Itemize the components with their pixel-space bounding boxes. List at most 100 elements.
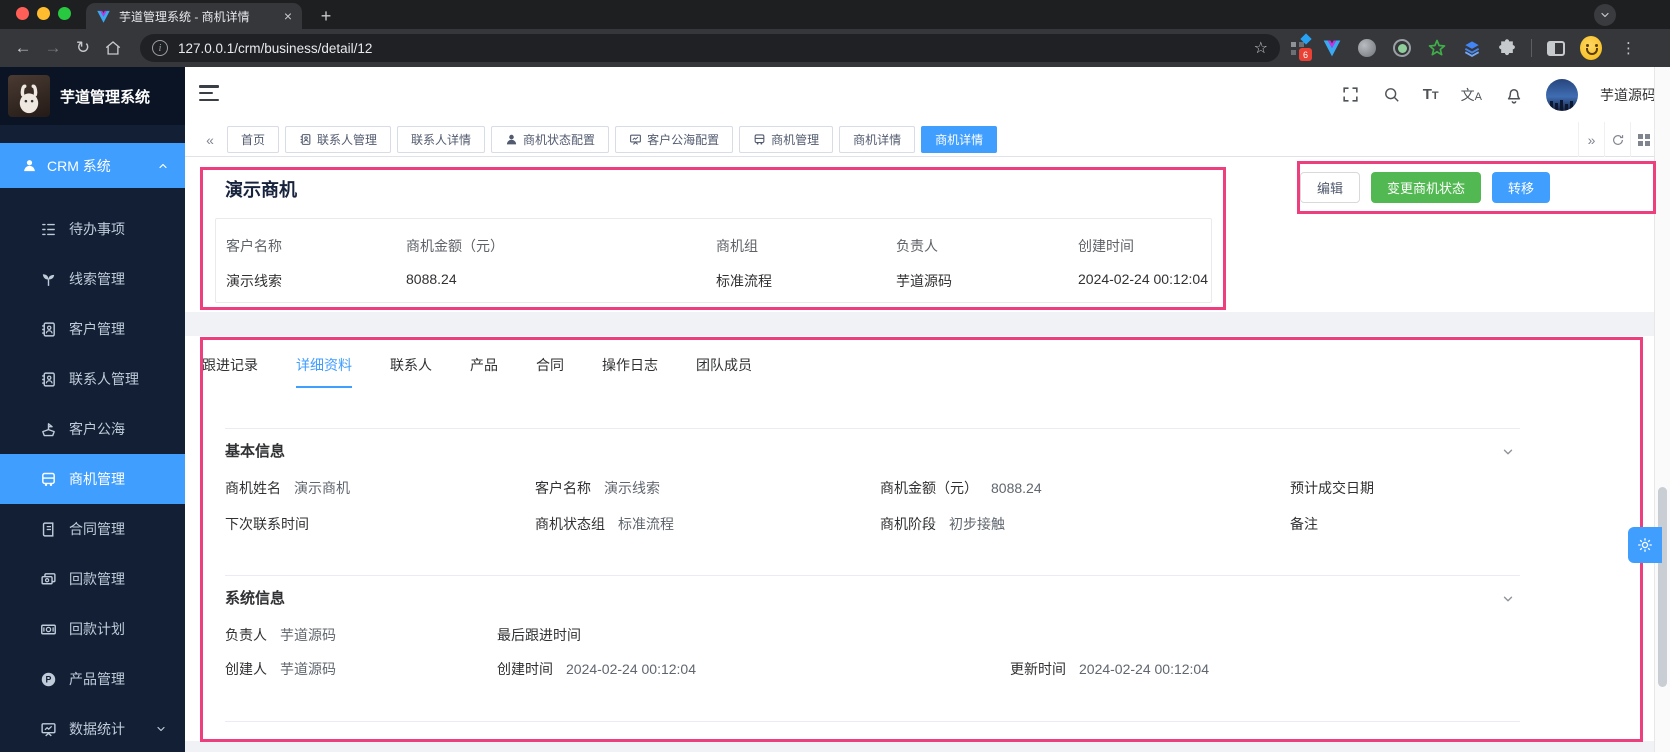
info-field: 更新时间 2024-02-24 00:12:04 bbox=[1010, 661, 1209, 677]
vue-devtools-icon[interactable] bbox=[1321, 37, 1343, 59]
sidebar: 芋道管理系统 CRM 系统 待办事项 线索管理 客户管理 联系人管理 客户公海 … bbox=[0, 67, 185, 752]
browser-tabstrip: 芋道管理系统 - 商机详情 × + bbox=[0, 0, 1670, 29]
sidebar-item-customers[interactable]: 客户管理 bbox=[0, 304, 185, 354]
field-value: 2024-02-24 00:12:04 bbox=[1078, 271, 1208, 287]
browser-tab[interactable]: 芋道管理系统 - 商机详情 × bbox=[86, 3, 302, 29]
extension-grid-icon[interactable]: 6 bbox=[1286, 33, 1312, 61]
sidebar-item-receivables[interactable]: 回款管理 bbox=[0, 554, 185, 604]
info-field: 最后跟进时间 bbox=[497, 627, 581, 643]
url-text: 127.0.0.1/crm/business/detail/12 bbox=[178, 40, 373, 56]
tab-follow-records[interactable]: 跟进记录 bbox=[202, 355, 258, 388]
zoom-window-button[interactable] bbox=[58, 7, 71, 20]
sidebar-item-label: 客户公海 bbox=[69, 421, 125, 437]
address-book-icon bbox=[40, 321, 57, 338]
user-avatar[interactable] bbox=[1546, 78, 1578, 111]
quick-nav-grid-icon[interactable] bbox=[1630, 122, 1656, 157]
info-field: 商机金额（元） 8088.24 bbox=[880, 480, 1042, 496]
sidebar-item-label: 数据统计 bbox=[69, 721, 125, 737]
back-icon[interactable]: ← bbox=[8, 38, 38, 58]
sidebar-item-business[interactable]: 商机管理 bbox=[0, 454, 185, 504]
tab-business-status-config[interactable]: 商机状态配置 bbox=[491, 126, 610, 153]
ring-dot-extension-icon[interactable] bbox=[1391, 37, 1413, 59]
edit-button[interactable]: 编辑 bbox=[1299, 172, 1360, 203]
tab-business-detail[interactable]: 商机详情 bbox=[839, 126, 916, 153]
sidebar-item-statistics[interactable]: 数据统计 bbox=[0, 704, 185, 752]
theme-settings-button[interactable] bbox=[1628, 527, 1662, 563]
site-info-icon[interactable]: i bbox=[152, 40, 168, 56]
address-book-icon bbox=[299, 133, 312, 146]
sidebar-item-leads[interactable]: 线索管理 bbox=[0, 254, 185, 304]
profile-avatar-icon[interactable] bbox=[1580, 36, 1602, 60]
field-label: 客户名称 bbox=[226, 238, 282, 254]
tabs-scroll-right-icon[interactable]: » bbox=[1578, 122, 1604, 157]
tabs-scroll-left-icon[interactable]: « bbox=[197, 122, 223, 157]
chart-board-icon bbox=[40, 721, 57, 738]
app-logo[interactable]: 芋道管理系统 bbox=[0, 67, 185, 125]
tab-business-management[interactable]: 商机管理 bbox=[739, 126, 834, 153]
system-info-section: 系统信息 负责人 芋道源码 最后跟进时间 创建人 芋道源码 创建时间 2024-02-… bbox=[225, 575, 1520, 721]
user-gear-icon bbox=[505, 133, 518, 146]
sidebar-item-contracts[interactable]: 合同管理 bbox=[0, 504, 185, 554]
refresh-page-icon[interactable] bbox=[1604, 122, 1630, 157]
change-status-button[interactable]: 变更商机状态 bbox=[1370, 172, 1481, 203]
tab-public-pool-config[interactable]: 客户公海配置 bbox=[615, 126, 734, 153]
tab-operation-log[interactable]: 操作日志 bbox=[602, 355, 658, 388]
tab-business-detail-active[interactable]: 商机详情 bbox=[921, 126, 998, 153]
tab-label: 商机管理 bbox=[771, 133, 820, 147]
address-bar[interactable]: i 127.0.0.1/crm/business/detail/12 ☆ bbox=[140, 34, 1280, 62]
collapse-chevron-icon[interactable] bbox=[1501, 445, 1515, 459]
business-summary-box: 客户名称 演示线索 商机金额（元） 8088.24 商机组 标准流程 负责人 芋道源码 … bbox=[215, 218, 1212, 303]
tab-contracts[interactable]: 合同 bbox=[536, 355, 564, 388]
tab-close-icon[interactable]: × bbox=[284, 9, 292, 23]
sidebar-item-products[interactable]: 产品管理 bbox=[0, 654, 185, 704]
new-tab-button[interactable]: + bbox=[314, 4, 338, 28]
scrollbar-thumb[interactable] bbox=[1658, 487, 1667, 687]
tab-search-button[interactable] bbox=[1594, 4, 1616, 26]
font-size-icon[interactable]: TT bbox=[1423, 86, 1439, 103]
tab-team-members[interactable]: 团队成员 bbox=[696, 355, 752, 388]
sidebar-parent-label: CRM 系统 bbox=[47, 157, 111, 174]
tab-home[interactable]: 首页 bbox=[227, 126, 280, 153]
side-panel-icon[interactable] bbox=[1545, 37, 1567, 59]
field-value: 8088.24 bbox=[406, 271, 457, 287]
contract-icon bbox=[40, 521, 57, 538]
fullscreen-icon[interactable] bbox=[1341, 85, 1360, 104]
sidebar-item-crm-system[interactable]: CRM 系统 bbox=[0, 143, 185, 188]
reload-icon[interactable]: ↻ bbox=[68, 38, 98, 58]
sidebar-item-label: 商机管理 bbox=[69, 471, 125, 487]
sidebar-item-public-pool[interactable]: 客户公海 bbox=[0, 404, 185, 454]
search-icon[interactable] bbox=[1382, 85, 1401, 104]
sidebar-item-todo[interactable]: 待办事项 bbox=[0, 204, 185, 254]
sidebar-item-receivable-plan[interactable]: 回款计划 bbox=[0, 604, 185, 654]
gray-ball-extension-icon[interactable] bbox=[1356, 37, 1378, 59]
extensions-puzzle-icon[interactable] bbox=[1496, 37, 1518, 59]
minimize-window-button[interactable] bbox=[37, 7, 50, 20]
tab-contact-detail[interactable]: 联系人详情 bbox=[397, 126, 486, 153]
transfer-button[interactable]: 转移 bbox=[1491, 172, 1550, 203]
bookmark-star-icon[interactable]: ☆ bbox=[1254, 38, 1268, 58]
collapse-menu-icon[interactable] bbox=[199, 85, 219, 101]
sidebar-item-contacts[interactable]: 联系人管理 bbox=[0, 354, 185, 404]
forward-icon[interactable]: → bbox=[38, 38, 68, 58]
sidebar-item-label: 回款管理 bbox=[69, 571, 125, 587]
tab-detail-info[interactable]: 详细资料 bbox=[296, 355, 352, 388]
language-icon[interactable]: 文A bbox=[1461, 85, 1482, 105]
tab-contacts[interactable]: 联系人 bbox=[390, 355, 432, 388]
browser-menu-icon[interactable]: ⋮ bbox=[1621, 39, 1636, 57]
layers-extension-icon[interactable] bbox=[1461, 37, 1483, 59]
info-field: 下次联系时间 bbox=[225, 516, 309, 532]
browser-tab-title: 芋道管理系统 - 商机详情 bbox=[119, 9, 250, 24]
bus-icon bbox=[40, 471, 57, 488]
todo-list-icon bbox=[40, 221, 57, 238]
vertical-scrollbar[interactable] bbox=[1654, 67, 1670, 752]
notification-bell-icon[interactable] bbox=[1504, 85, 1524, 105]
home-icon[interactable] bbox=[98, 39, 128, 57]
collapse-chevron-icon[interactable] bbox=[1501, 592, 1515, 606]
green-star-extension-icon[interactable] bbox=[1426, 37, 1448, 59]
basic-info-section: 基本信息 商机姓名 演示商机 客户名称 演示线索 商机金额（元） 8088.24 预计… bbox=[225, 428, 1520, 575]
tab-products[interactable]: 产品 bbox=[470, 355, 498, 388]
tab-contact-management[interactable]: 联系人管理 bbox=[285, 126, 392, 153]
close-window-button[interactable] bbox=[16, 7, 29, 20]
summary-field: 创建时间 2024-02-24 00:12:04 bbox=[1078, 236, 1211, 302]
info-row: 负责人 芋道源码 最后跟进时间 bbox=[225, 625, 1520, 645]
